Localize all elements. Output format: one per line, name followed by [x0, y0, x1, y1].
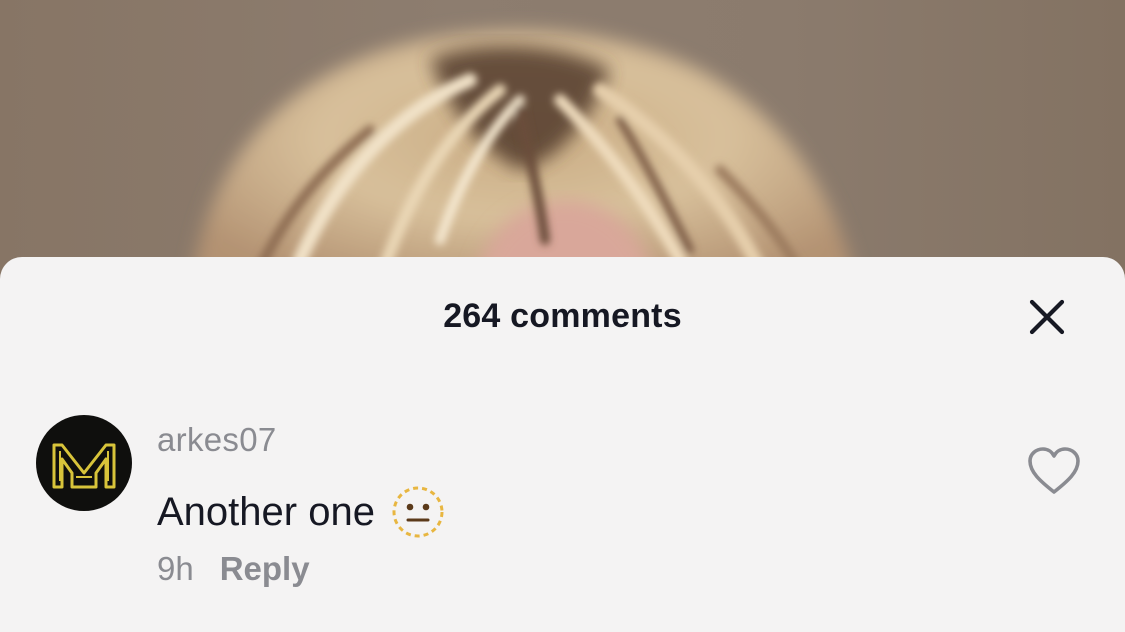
m-logo-avatar-icon: [52, 443, 116, 489]
reply-button[interactable]: Reply: [220, 550, 310, 588]
comment-username[interactable]: arkes07: [157, 421, 277, 459]
avatar[interactable]: [36, 415, 132, 511]
like-button[interactable]: [1024, 443, 1084, 499]
video-background: [0, 0, 1125, 300]
comment-item: arkes07 Another one 9h Reply: [0, 407, 1125, 607]
close-button[interactable]: [1022, 297, 1072, 337]
comments-sheet: 264 comments arkes07 Another one 9h Repl…: [0, 257, 1125, 632]
neutral-face-emoji-icon: [391, 485, 445, 539]
comments-count-title: 264 comments: [443, 297, 682, 335]
video-frame-image: [190, 30, 860, 300]
heart-outline-icon: [1028, 447, 1080, 494]
close-icon: [1029, 299, 1065, 335]
comment-body: Another one: [157, 485, 445, 539]
comment-timestamp: 9h: [157, 550, 194, 587]
comment-text: Another one: [157, 489, 375, 534]
comment-meta: 9h Reply: [157, 550, 310, 588]
